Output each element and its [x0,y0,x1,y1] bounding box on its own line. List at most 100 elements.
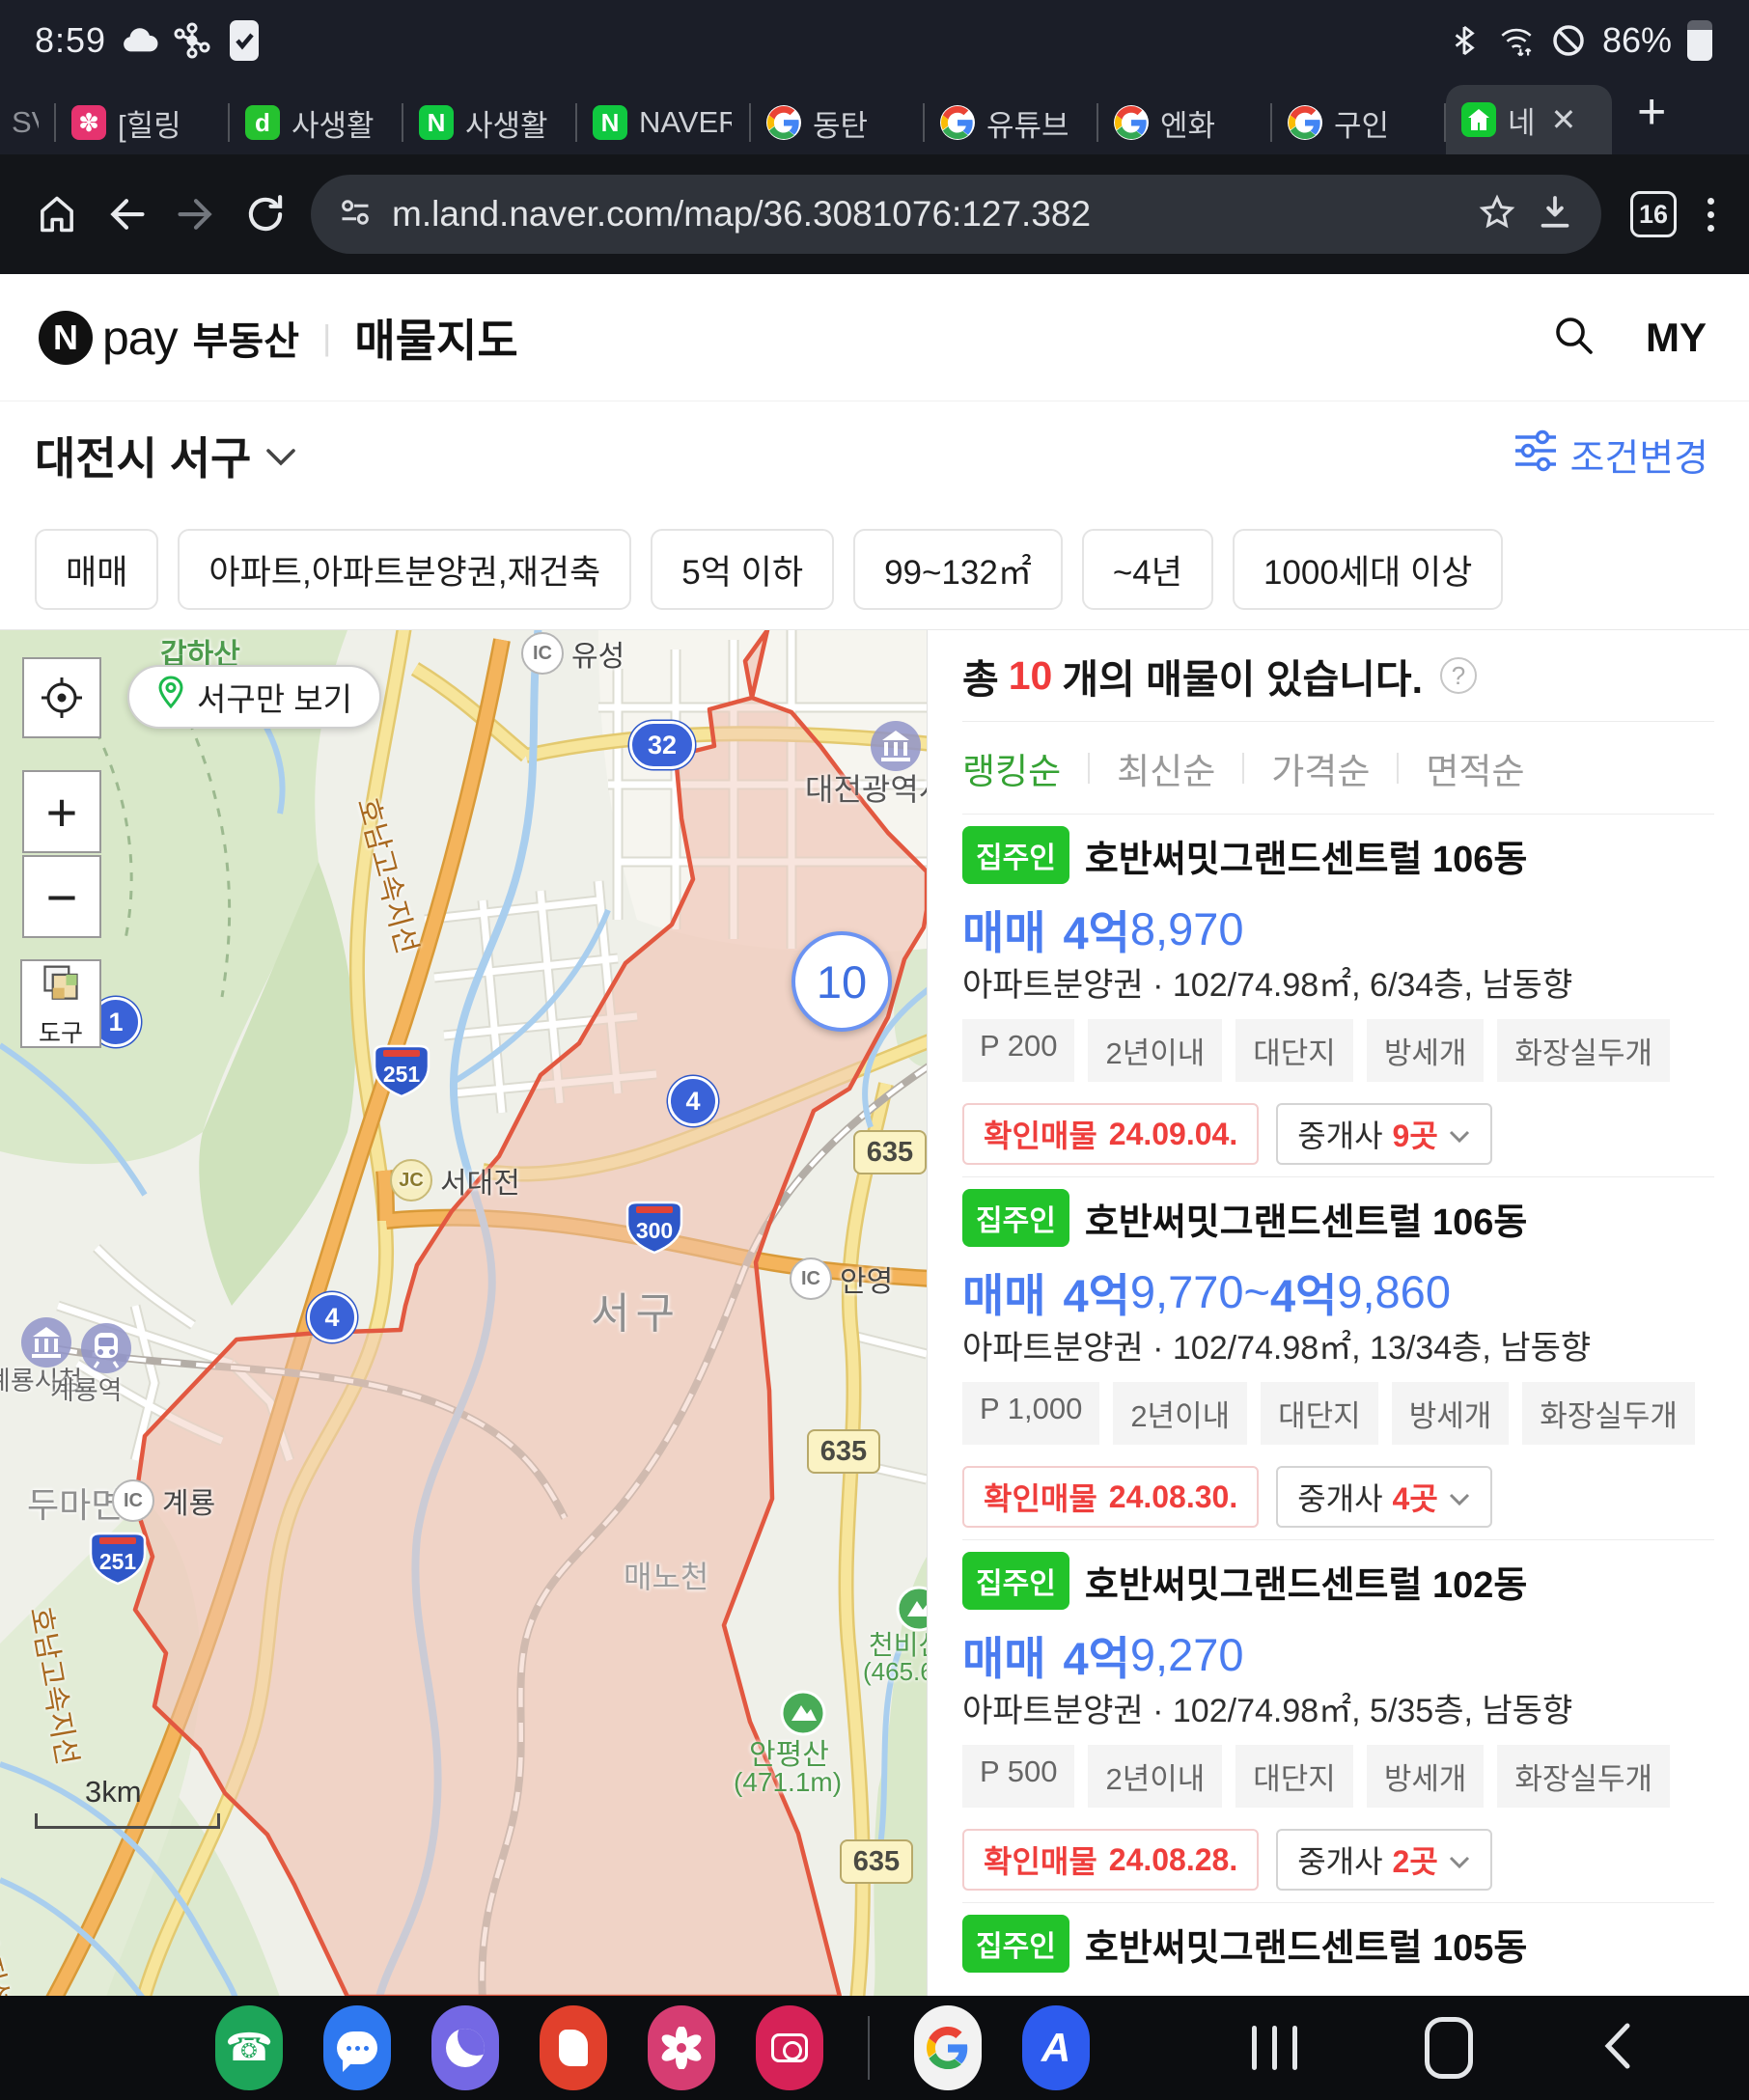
listing-tag: 2년이내 [1113,1382,1247,1445]
agents-label: 중개사 [1297,1112,1382,1156]
tab-switcher-button[interactable]: 16 [1630,191,1677,237]
listing-spec: 아파트분양권 · 102/74.98㎡, 6/34층, 남동향 [962,963,1714,1000]
browser-tab[interactable]: 유튜브 [925,91,1097,154]
new-tab-button[interactable]: + [1637,83,1666,141]
map-label: 두마면 [27,1478,123,1528]
sort-option[interactable]: 가격순 [1271,742,1370,794]
agents-dropdown[interactable]: 중개사4곳 [1276,1466,1492,1528]
browser-tab[interactable]: SV [6,91,54,154]
filter-chip[interactable]: 5억 이하 [651,529,834,610]
search-icon[interactable] [1551,313,1596,362]
agents-dropdown[interactable]: 중개사2곳 [1276,1829,1492,1891]
chevron-down-icon[interactable] [264,446,297,474]
listing-title-row: 집주인호반써밋그랜드센트럴 102동 [962,1556,1714,1606]
recents-button-icon[interactable] [1252,2026,1297,2070]
browser-tab[interactable]: 엔화 [1098,91,1270,154]
site-settings-icon[interactable] [338,195,373,235]
home-button-icon[interactable] [1425,2017,1473,2079]
help-icon[interactable]: ? [1440,657,1477,694]
browser-tab[interactable]: 네✕ [1446,85,1612,154]
google-app-icon[interactable] [914,2005,982,2090]
blue-a-app-icon[interactable]: A [1022,2005,1090,2090]
agents-count: 9곳 [1393,1112,1438,1156]
browser-tab[interactable]: 동탄 [751,91,923,154]
agents-label: 중개사 [1297,1838,1382,1882]
road-number-badge: 32 [629,721,695,769]
view-district-only-button[interactable]: 서구만 보기 [127,665,381,729]
red-app-icon[interactable] [540,2005,607,2090]
listing-card[interactable]: 집주인호반써밋그랜드센트럴 106동매매4억 8,970아파트분양권 · 102… [962,815,1714,1177]
navigation-dock: ☎A [0,1996,1749,2100]
bookmark-star-icon[interactable] [1478,193,1516,236]
forward-button[interactable] [164,182,228,246]
logo-budongsan-text[interactable]: 부동산 [193,310,299,366]
url-text[interactable]: m.land.naver.com/map/36.3081076:127.382 [392,194,1458,235]
filter-change-label: 조건변경 [1569,428,1708,483]
browser-tab-strip[interactable]: SV✽[힐링d사생활N사생활NNAVER동탄유튜브엔화구인네✕+ [0,80,1749,154]
listing-price: 매매4억 9,270 [962,1627,1714,1681]
back-button-icon[interactable] [1600,2021,1633,2076]
menu-button[interactable] [1698,198,1724,232]
url-bar[interactable]: m.land.naver.com/map/36.3081076:127.382 [311,175,1601,254]
dock-separator [868,2016,870,2080]
logo-pay-text[interactable]: pay [102,310,178,366]
phone-app-icon[interactable]: ☎ [215,2005,283,2090]
listing-tag: 방세개 [1367,1019,1485,1082]
region-selector[interactable]: 대전시 서구 [35,424,251,487]
listings-panel: 총 10 개의 매물이 있습니다. ? 랭킹순최신순가격순면적순 집주인호반써밋… [927,630,1749,1996]
road-number-badge: 4 [307,1292,357,1342]
tab-title: 사생활 [292,101,375,145]
close-icon[interactable]: ✕ [1551,101,1577,138]
browser-tab[interactable]: d 사생활 [230,91,402,154]
filter-chip[interactable]: ~4년 [1082,529,1213,610]
sort-option[interactable]: 랭킹순 [962,742,1061,794]
sort-option[interactable]: 최신순 [1117,742,1215,794]
sort-option[interactable]: 면적순 [1426,742,1524,794]
map-view[interactable]: 갑하산(468.7m)대전광역시서구두마면계룡시청계룡역매노천천비산(465.6… [0,630,927,1997]
locate-button[interactable] [22,657,101,738]
flower-app-icon[interactable] [648,2005,715,2090]
browser-tab[interactable]: N사생활 [403,91,575,154]
my-menu[interactable]: MY [1646,315,1707,361]
interchange-label: IC유성 [521,632,625,675]
map-scale: 3km [35,1775,220,1829]
chevron-down-icon [1448,1842,1471,1878]
reload-button[interactable] [234,182,297,246]
browser-tab[interactable]: 구인 [1272,91,1444,154]
tab-title: [힐링 [118,101,181,145]
camera-app-icon[interactable] [756,2005,823,2090]
sliders-icon [1513,429,1558,482]
zoom-in-button[interactable]: + [22,770,101,853]
filter-chip[interactable]: 매매 [35,529,158,610]
listing-price: 매매4억 8,970 [962,901,1714,955]
filter-change-button[interactable]: 조건변경 [1513,428,1708,483]
agents-dropdown[interactable]: 중개사9곳 [1276,1103,1492,1165]
zoom-out-button[interactable]: − [22,855,101,938]
messages-app-icon[interactable] [323,2005,391,2090]
listing-title: 호반써밋그랜드센트럴 102동 [1085,1555,1528,1608]
listing-tag: 대단지 [1261,1382,1378,1445]
price-part: 8,970 [1130,902,1244,955]
tab-title: 네 [1508,98,1536,142]
download-icon[interactable] [1536,193,1574,236]
filter-chip[interactable]: 1000세대 이상 [1233,529,1503,610]
back-button[interactable] [95,182,158,246]
letter-favicon-icon: d [245,105,280,140]
naver-pay-logo[interactable]: N [39,311,93,365]
summary-prefix: 총 [962,647,999,705]
filter-chip[interactable]: 아파트,아파트분양권,재건축 [178,529,631,610]
listing-card[interactable]: 집주인호반써밋그랜드센트럴 102동매매4억 9,270아파트분양권 · 102… [962,1540,1714,1903]
listing-tag: P 200 [962,1019,1074,1082]
listing-cluster-marker[interactable]: 10 [791,931,892,1032]
browser-tab[interactable]: NNAVER [577,91,749,154]
price-part: ~ [1244,1265,1270,1318]
listing-card[interactable]: 집주인호반써밋그랜드센트럴 105동매매4억 9,770 [962,1903,1714,1996]
browser-tab[interactable]: ✽ [힐링 [56,91,228,154]
map-tools-button[interactable]: 도구 [20,959,101,1048]
home-button[interactable] [25,182,89,246]
listing-card[interactable]: 집주인호반써밋그랜드센트럴 106동매매4억 9,770~4억 9,860아파트… [962,1177,1714,1540]
sort-options-row: 랭킹순 최신순 가격순 면적순 [962,722,1714,815]
ipadmarket-favicon-icon: ✽ [71,105,106,140]
samsung-internet-app-icon[interactable] [431,2005,499,2090]
filter-chip[interactable]: 99~132㎡ [853,529,1063,610]
